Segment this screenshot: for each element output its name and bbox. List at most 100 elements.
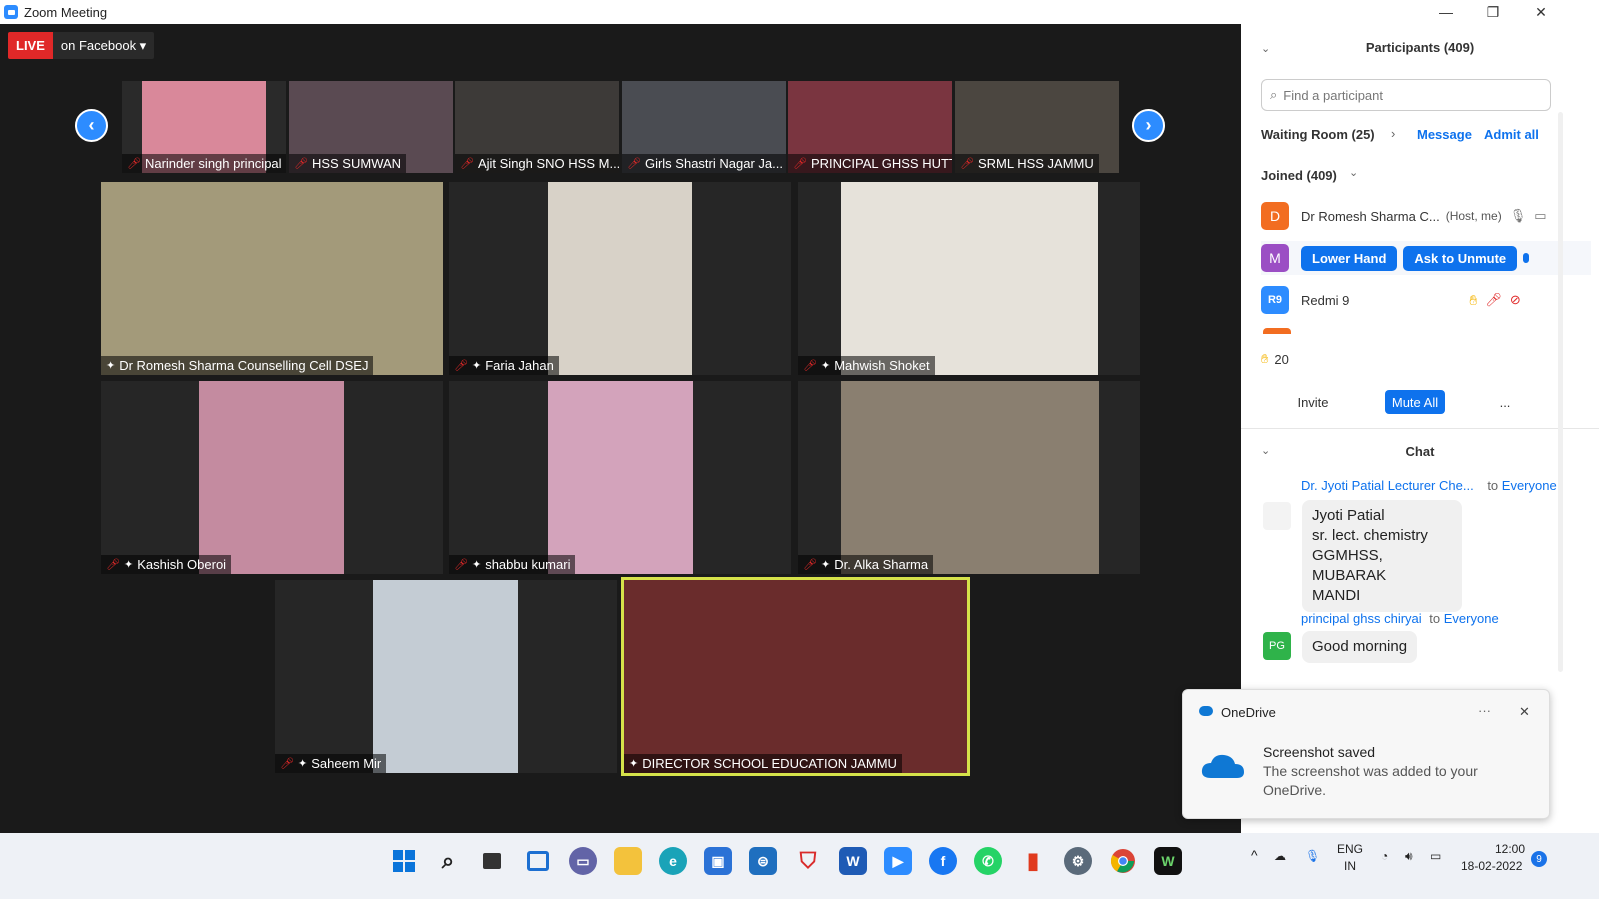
mcafee-icon[interactable]: ⛉ xyxy=(794,847,822,875)
clock-time[interactable]: 12:00 xyxy=(1495,842,1525,856)
chat-recipient[interactable]: Everyone xyxy=(1444,611,1499,626)
message-link[interactable]: Message xyxy=(1417,127,1472,142)
pin-icon: ✦ xyxy=(297,758,308,770)
whatsapp-icon[interactable]: ✆ xyxy=(974,847,1002,875)
wifi-icon[interactable]: ◔ xyxy=(1381,849,1388,863)
next-page-arrow-icon[interactable]: › xyxy=(1132,109,1165,142)
more-options-button[interactable] xyxy=(1523,253,1530,263)
file-explorer-icon[interactable] xyxy=(614,847,642,875)
microphone-icon[interactable]: 🎙︎ xyxy=(1510,208,1527,224)
participant-name-tag: 🎤︎ Girls Shastri Nagar Ja... xyxy=(622,154,786,173)
video-tile[interactable]: 🎤︎ ✦ shabbu kumari xyxy=(449,381,791,574)
video-tile[interactable]: 🎤︎ ✦ Saheem Mir xyxy=(275,580,617,773)
active-speaker-tile[interactable]: ✦ DIRECTOR SCHOOL EDUCATION JAMMU xyxy=(621,577,970,776)
participant-name: shabbu kumari xyxy=(485,557,571,572)
task-view-icon[interactable] xyxy=(478,847,506,875)
participant-name-tag: 🎤︎ PRINCIPAL GHSS HUTT xyxy=(788,154,952,173)
microsoft-store-icon[interactable]: ▣ xyxy=(704,847,732,875)
facebook-icon[interactable]: f xyxy=(929,847,957,875)
chat-to-label: to xyxy=(1487,478,1499,493)
edge-browser-icon[interactable]: e xyxy=(659,847,687,875)
notification-badge[interactable]: 9 xyxy=(1531,851,1547,867)
scrollbar[interactable] xyxy=(1558,112,1563,672)
video-off-icon[interactable]: ⊘ xyxy=(1510,292,1521,308)
teams-chat-icon[interactable]: ▭ xyxy=(569,847,597,875)
participant-name-tag: 🎤︎ ✦ Dr. Alka Sharma xyxy=(798,555,934,574)
strip-video-tile[interactable]: 🎤︎ Girls Shastri Nagar Ja... xyxy=(622,81,786,173)
video-tile[interactable]: ✦ Dr Romesh Sharma Counselling Cell DSEJ xyxy=(101,182,443,375)
participant-name: Dr. Alka Sharma xyxy=(834,557,929,572)
participant-row[interactable]: D Dr Romesh Sharma C... (Host, me) 🎙︎ ▭ xyxy=(1261,199,1571,233)
strip-video-tile[interactable]: 🎤︎ SRML HSS JAMMU xyxy=(955,81,1119,173)
office-icon[interactable]: ▮ xyxy=(1019,847,1047,875)
region-indicator[interactable]: IN xyxy=(1344,859,1356,873)
language-indicator[interactable]: ENG xyxy=(1337,842,1363,856)
settings-gear-icon[interactable]: ⚙ xyxy=(1064,847,1092,875)
mic-off-icon: 🎤︎ xyxy=(960,158,974,170)
minimize-button[interactable]: — xyxy=(1423,0,1469,24)
joined-chevron-icon[interactable]: ⌄ xyxy=(1349,166,1358,179)
chat-to-label: to xyxy=(1429,611,1441,626)
participant-name: HSS SUMWAN xyxy=(311,156,402,171)
waiting-room-arrow-icon[interactable]: › xyxy=(1391,126,1395,141)
strip-video-tile[interactable]: 🎤︎ Ajit Singh SNO HSS M... xyxy=(455,81,619,173)
microphone-icon[interactable]: 🎙︎ xyxy=(1305,849,1320,863)
video-tile[interactable]: 🎤︎ ✦ Kashish Oberoi xyxy=(101,381,443,574)
admit-all-link[interactable]: Admit all xyxy=(1484,127,1539,142)
mic-off-icon[interactable]: 🎤︎ xyxy=(1485,292,1502,308)
participant-row-hover[interactable]: M Lower Hand Ask to Unmute xyxy=(1261,241,1591,275)
clock-date[interactable]: 18-02-2022 xyxy=(1461,859,1522,873)
chrome-icon[interactable] xyxy=(1109,847,1137,875)
video-tile[interactable]: 🎤︎ ✦ Faria Jahan xyxy=(449,182,791,375)
toast-close-button[interactable]: ✕ xyxy=(1519,704,1530,720)
widgets-icon[interactable] xyxy=(524,847,552,875)
video-camera-icon[interactable]: ▭ xyxy=(1534,208,1546,224)
chat-recipient[interactable]: Everyone xyxy=(1502,478,1557,493)
app-icon[interactable]: W xyxy=(1154,847,1182,875)
onedrive-notification[interactable]: OneDrive ··· ✕ Screenshot saved The scre… xyxy=(1182,689,1550,819)
live-destination[interactable]: on Facebook ▾ xyxy=(52,32,155,59)
strip-video-tile[interactable]: 🎤︎ Narinder singh principal xyxy=(122,81,286,173)
video-feed xyxy=(624,580,967,773)
video-tile[interactable]: 🎤︎ ✦ Mahwish Shoket xyxy=(798,182,1140,375)
volume-icon[interactable]: 🔊︎ xyxy=(1405,849,1413,864)
tray-overflow-chevron-icon[interactable]: ^ xyxy=(1251,847,1258,863)
zoom-taskbar-icon[interactable]: ▶ xyxy=(884,847,912,875)
previous-page-arrow-icon[interactable]: ‹ xyxy=(75,109,108,142)
participant-name-tag: 🎤︎ ✦ shabbu kumari xyxy=(449,555,576,574)
mic-off-icon: 🎤︎ xyxy=(454,559,468,571)
strip-video-tile[interactable]: 🎤︎ PRINCIPAL GHSS HUTT xyxy=(788,81,952,173)
word-icon[interactable]: W xyxy=(839,847,867,875)
joined-label[interactable]: Joined (409) xyxy=(1261,168,1337,183)
participant-search-input[interactable]: ⌕ Find a participant xyxy=(1261,79,1551,111)
participant-name-tag: 🎤︎ SRML HSS JAMMU xyxy=(955,154,1099,173)
mute-all-button[interactable]: Mute All xyxy=(1385,390,1445,414)
start-menu-icon[interactable] xyxy=(390,847,418,875)
avatar: M xyxy=(1261,244,1289,272)
onedrive-icon xyxy=(1199,706,1213,716)
pin-icon: ✦ xyxy=(471,559,482,571)
invite-button[interactable]: Invite xyxy=(1291,390,1335,414)
video-area: LIVE on Facebook ▾ ‹ › 🎤︎ Narinder singh … xyxy=(0,24,1241,833)
more-button[interactable]: ... xyxy=(1495,390,1515,414)
waiting-room-label[interactable]: Waiting Room (25) xyxy=(1261,127,1375,142)
chat-sender[interactable]: Dr. Jyoti Patial Lecturer Che... xyxy=(1301,478,1474,493)
pin-icon: ✦ xyxy=(820,360,831,372)
battery-icon[interactable]: ▭ xyxy=(1430,849,1441,863)
video-tile[interactable]: 🎤︎ ✦ Dr. Alka Sharma xyxy=(798,381,1140,574)
restore-button[interactable]: ❐ xyxy=(1470,0,1516,24)
live-badge[interactable]: LIVE on Facebook ▾ xyxy=(8,32,155,59)
toast-more-button[interactable]: ··· xyxy=(1478,703,1491,718)
app-icon[interactable]: ⊜ xyxy=(749,847,777,875)
cloud-icon xyxy=(1201,752,1245,780)
participant-row[interactable]: R9 Redmi 9 ✋︎ 🎤︎ ⊘ xyxy=(1261,283,1571,317)
close-button[interactable]: ✕ xyxy=(1518,0,1564,24)
strip-video-tile[interactable]: 🎤︎ HSS SUMWAN xyxy=(289,81,453,173)
lower-hand-button[interactable]: Lower Hand xyxy=(1301,245,1398,271)
chat-sender[interactable]: principal ghss chiryai xyxy=(1301,611,1422,626)
search-icon[interactable]: ⌕ xyxy=(434,847,462,875)
participant-name: SRML HSS JAMMU xyxy=(977,156,1094,171)
ask-to-unmute-button[interactable]: Ask to Unmute xyxy=(1403,245,1518,271)
onedrive-tray-icon[interactable]: ☁ xyxy=(1274,849,1286,863)
sender-avatar xyxy=(1263,502,1291,530)
